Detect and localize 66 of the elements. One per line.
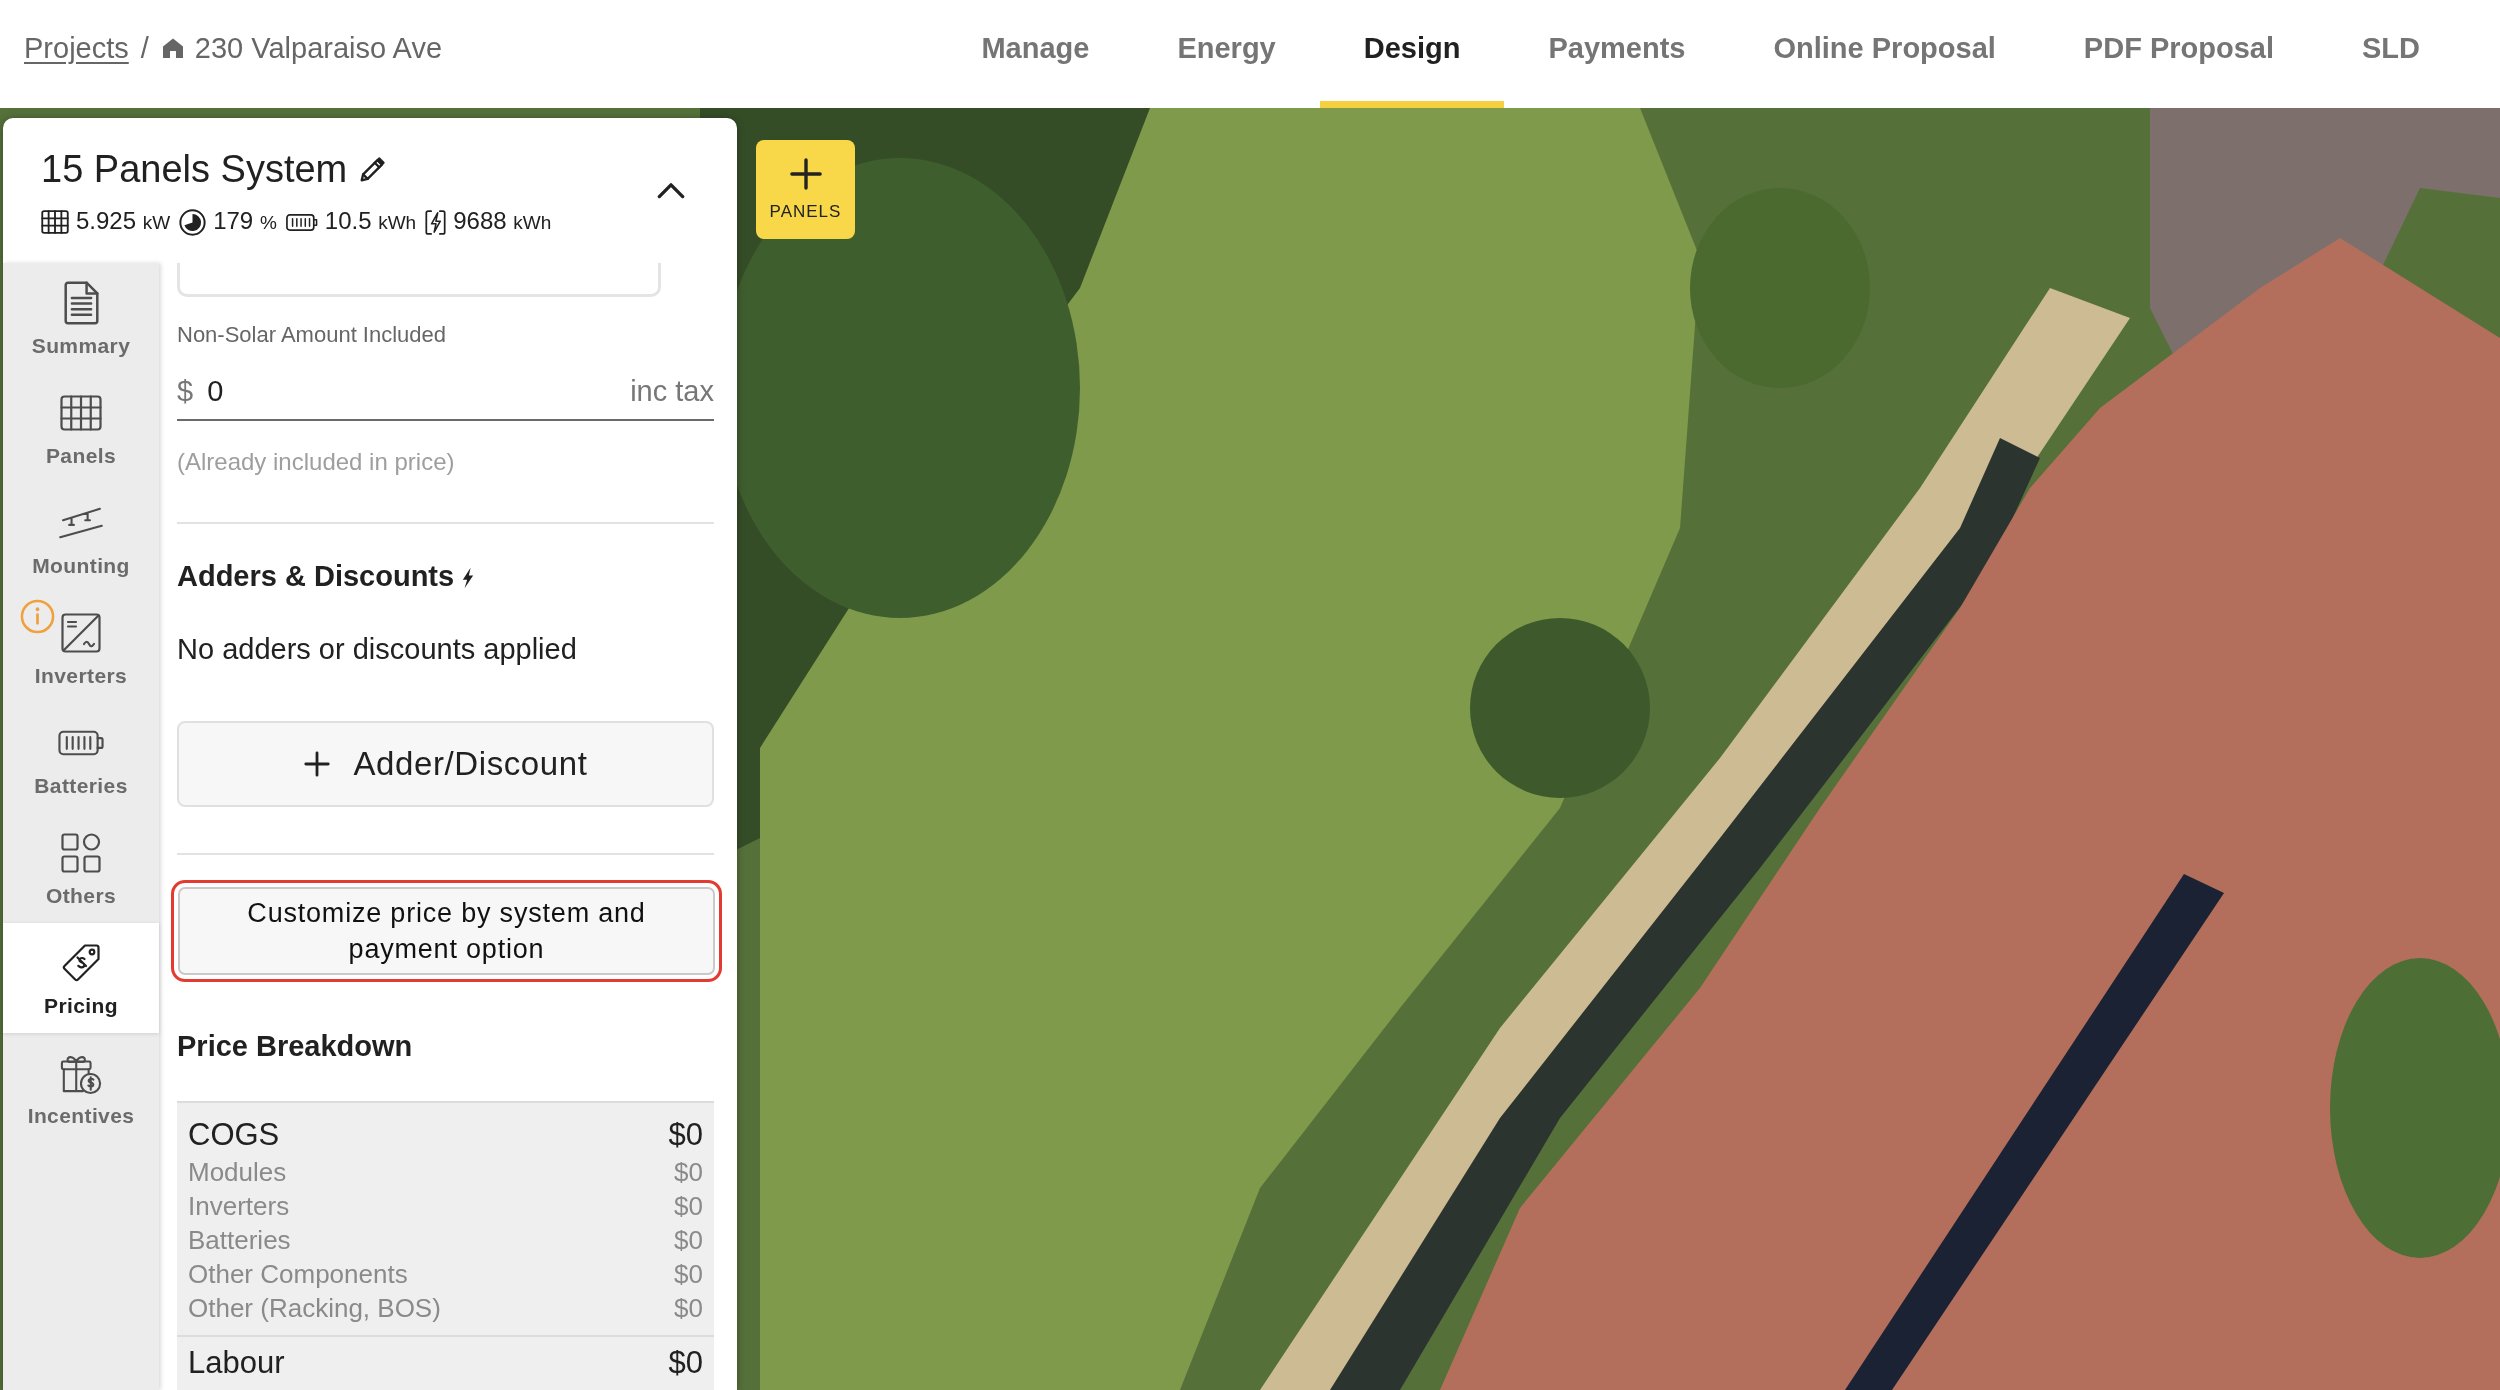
sidebar-tab[interactable]: Mounting: [3, 483, 159, 593]
breakdown-label: Modules: [188, 1156, 287, 1189]
stat-value: 10.5 kWh: [324, 206, 417, 236]
customize-price-button[interactable]: Customize price by system and payment option: [171, 880, 722, 982]
home-icon: [160, 36, 185, 60]
currency-prefix: $: [177, 374, 194, 408]
stat-value: 179 %: [213, 206, 277, 236]
nav-tab[interactable]: Online Proposal: [1729, 0, 2040, 108]
breakdown-amount: $0: [674, 1224, 703, 1257]
add-panels-button[interactable]: PANELS: [756, 140, 855, 239]
inverter-icon: [61, 613, 101, 653]
breakdown-label: Batteries: [188, 1224, 291, 1257]
pie-chart-icon: [179, 208, 207, 236]
stat-value: 5.925 kW: [76, 206, 171, 236]
lightning-icon: [425, 208, 447, 236]
battery-icon: [58, 730, 104, 756]
helper-text: (Already included in price): [177, 447, 456, 477]
mounting-rail-icon: [58, 506, 104, 540]
breakdown-amount: $0: [674, 1190, 703, 1223]
add-adder-button[interactable]: Adder/Discount: [177, 721, 714, 807]
breakdown-label: Other (Racking, BOS): [188, 1292, 441, 1325]
sidebar-tab[interactable]: Batteries: [3, 703, 159, 813]
sidebar-tab[interactable]: Others: [3, 813, 159, 923]
sidebar-tab[interactable]: Pricing: [3, 923, 159, 1033]
breakdown-label: COGS: [188, 1116, 280, 1154]
input-field[interactable]: [177, 263, 661, 297]
shapes-icon: [61, 833, 101, 873]
breadcrumb-link[interactable]: Projects: [24, 31, 129, 65]
sidebar-tab[interactable]: Incentives: [3, 1033, 159, 1143]
amount-value: 0: [207, 374, 225, 408]
pencil-icon[interactable]: [359, 155, 387, 183]
stat-value: 9688 kWh: [453, 206, 552, 236]
section-heading: Adders & Discounts: [177, 559, 455, 593]
breakdown-amount: $0: [674, 1156, 703, 1189]
lightning-icon: [462, 567, 475, 589]
system-title: 15 Panels System: [41, 147, 348, 192]
grid-icon: [41, 210, 69, 234]
breakdown-amount: $0: [674, 1292, 703, 1325]
nav-tab[interactable]: Manage: [937, 0, 1134, 108]
section-heading: Price Breakdown: [177, 1029, 414, 1063]
field-label: Non-Solar Amount Included: [177, 321, 448, 349]
nav-tab[interactable]: PDF Proposal: [2039, 0, 2318, 108]
empty-state-text: No adders or discounts applied: [177, 632, 578, 667]
grid-icon: [60, 395, 102, 431]
sidebar-tab[interactable]: Panels: [3, 373, 159, 483]
nav-tab[interactable]: Energy: [1133, 0, 1320, 108]
amount-field[interactable]: $ 0 inc tax: [177, 363, 714, 421]
breakdown-label: Inverters: [188, 1190, 290, 1223]
sidebar-tab[interactable]: Inverters: [3, 593, 159, 703]
nav-tab[interactable]: SLD: [2318, 0, 2464, 108]
plus-icon: [789, 157, 822, 190]
sidebar-tab[interactable]: Summary: [3, 263, 159, 373]
breakdown-label: Other Components: [188, 1258, 408, 1291]
breadcrumb-current: 230 Valparaiso Ave: [194, 31, 443, 65]
battery-icon: [285, 213, 318, 231]
breakdown-amount: $0: [668, 1116, 703, 1154]
tax-suffix: inc tax: [630, 374, 714, 408]
plus-icon: [303, 750, 332, 778]
document-icon: [63, 281, 99, 325]
chevron-icon[interactable]: [657, 182, 685, 199]
nav-tab[interactable]: Payments: [1504, 0, 1730, 108]
breakdown-amount: $0: [674, 1258, 703, 1291]
price-tag-icon: [61, 943, 101, 983]
breakdown-label: Labour: [188, 1344, 285, 1382]
breakdown-amount: $0: [668, 1344, 703, 1382]
breadcrumb-separator: /: [140, 31, 149, 65]
